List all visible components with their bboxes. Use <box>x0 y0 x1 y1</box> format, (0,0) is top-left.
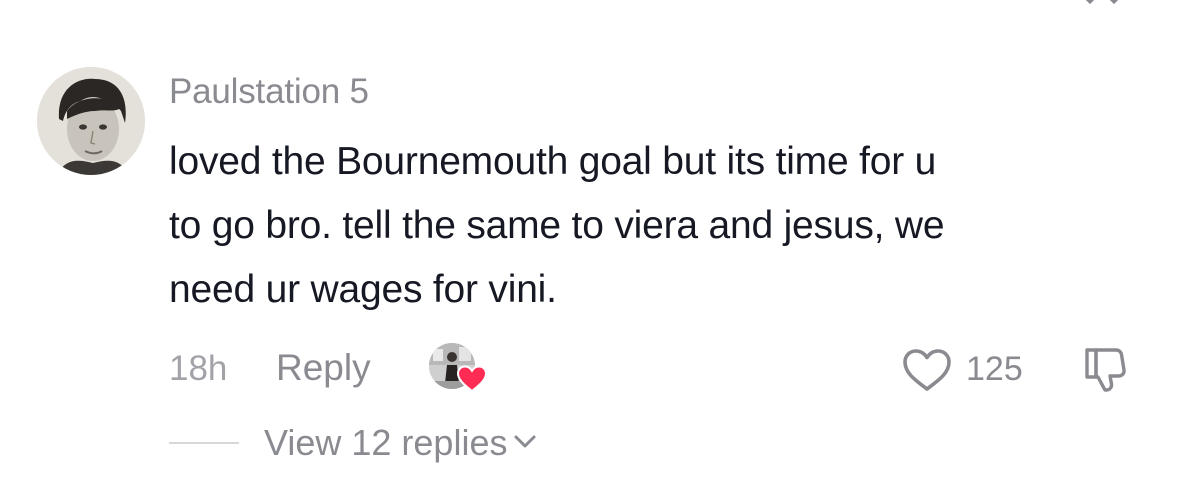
commenter-avatar[interactable] <box>37 67 145 175</box>
like-count: 125 <box>966 350 1023 388</box>
comment-text-line: loved the Bournemouth goal but its time … <box>169 140 937 183</box>
heart-outline-icon[interactable] <box>901 347 953 393</box>
replies-divider <box>169 442 239 444</box>
comment-username[interactable]: Paulstation 5 <box>169 72 369 112</box>
creator-heart-icon <box>457 365 487 393</box>
comment-text-line: to go bro. tell the same to viera and je… <box>169 204 945 247</box>
creator-liked-badge <box>425 343 487 393</box>
view-replies-row: View 12 replies <box>169 420 669 470</box>
comment-text: loved the Bournemouth goal but its time … <box>169 130 1149 322</box>
reply-button[interactable]: Reply <box>276 347 371 389</box>
chevron-down-icon <box>514 435 536 448</box>
view-replies-label: View 12 replies <box>264 422 508 463</box>
thumbs-down-icon[interactable] <box>1083 345 1133 395</box>
view-replies-button[interactable]: View 12 replies <box>264 422 537 464</box>
comment-text-line: need ur wages for vini. <box>169 268 557 311</box>
comment-item: Paulstation 5 loved the Bournemouth goal… <box>0 0 1179 494</box>
comment-timestamp: 18h <box>169 349 228 388</box>
comment-actions-row: 18h Reply 125 <box>169 343 1159 393</box>
